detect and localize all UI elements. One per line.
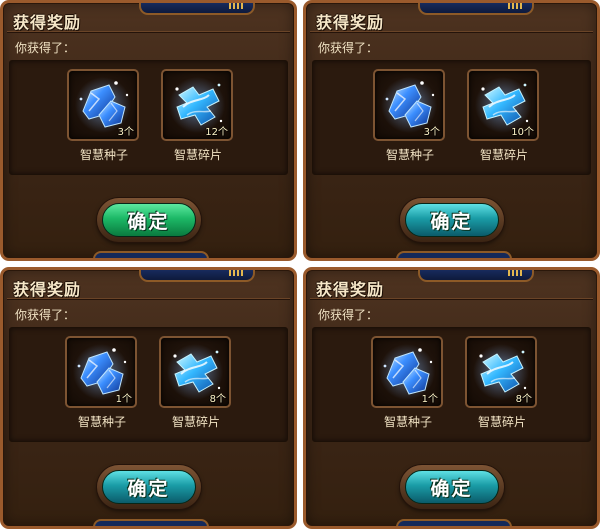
top-ornament (418, 3, 534, 15)
reward-item: 8个 智慧碎片 (465, 336, 539, 430)
confirm-button-frame: 确定 (399, 198, 504, 242)
reward-item: 8个 智慧碎片 (159, 336, 233, 430)
item-count: 3个 (423, 127, 440, 138)
reward-item: 1个 智慧种子 (371, 336, 445, 430)
you-got-label: 你获得了： (318, 41, 379, 55)
item-slot[interactable]: 3个 (373, 69, 445, 141)
reward-item: 12个 智慧碎片 (161, 69, 235, 163)
item-count: 8个 (515, 394, 532, 405)
item-count: 10个 (511, 127, 534, 138)
confirm-button[interactable]: 确定 (404, 203, 499, 237)
item-slot[interactable]: 8个 (159, 336, 231, 408)
top-ornament (139, 3, 255, 15)
dialog-title: 获得奖励 (13, 13, 82, 32)
item-slot[interactable]: 10个 (467, 69, 539, 141)
bottom-ornament (395, 519, 512, 526)
dialog-title: 获得奖励 (316, 280, 385, 299)
you-got-label: 你获得了： (15, 41, 76, 55)
reward-item: 10个 智慧碎片 (467, 69, 541, 163)
item-name: 智慧种子 (79, 148, 128, 162)
reward-item: 1个 智慧种子 (65, 336, 139, 430)
confirm-button-frame: 确定 (399, 465, 504, 509)
divider (310, 31, 593, 32)
reward-items-box: 1个 智慧种子 8个 智慧碎片 (9, 327, 288, 442)
item-slot[interactable]: 8个 (465, 336, 537, 408)
bottom-ornament (395, 251, 512, 258)
reward-dialog: 获得奖励 你获得了： 3个 智慧种子 10个 智慧碎片 确定 (303, 0, 600, 261)
dialog-title: 获得奖励 (13, 280, 82, 299)
item-name: 智慧碎片 (173, 148, 222, 162)
confirm-button[interactable]: 确定 (101, 470, 196, 504)
item-count: 8个 (209, 394, 226, 405)
reward-dialog: 获得奖励 你获得了： 3个 智慧种子 12个 智慧碎片 确定 (0, 0, 297, 261)
item-count: 1个 (115, 394, 132, 405)
dialog-title: 获得奖励 (316, 13, 385, 32)
reward-item: 3个 智慧种子 (67, 69, 141, 163)
item-name: 智慧种子 (385, 148, 434, 162)
confirm-button-frame: 确定 (96, 465, 201, 509)
reward-items-box: 3个 智慧种子 10个 智慧碎片 (312, 60, 591, 175)
you-got-label: 你获得了： (318, 308, 379, 322)
you-got-label: 你获得了： (15, 308, 76, 322)
confirm-button[interactable]: 确定 (404, 470, 499, 504)
item-slot[interactable]: 1个 (65, 336, 137, 408)
top-ornament (139, 270, 255, 282)
item-name: 智慧种子 (383, 415, 432, 429)
item-count: 3个 (117, 127, 134, 138)
bottom-ornament (92, 251, 209, 258)
divider (7, 31, 290, 32)
item-count: 12个 (205, 127, 228, 138)
reward-item: 3个 智慧种子 (373, 69, 447, 163)
item-name: 智慧种子 (77, 415, 126, 429)
divider (310, 298, 593, 299)
confirm-button[interactable]: 确定 (101, 203, 196, 237)
reward-dialog: 获得奖励 你获得了： 1个 智慧种子 8个 智慧碎片 确定 (303, 267, 600, 529)
bottom-ornament (92, 519, 209, 526)
reward-items-box: 1个 智慧种子 8个 智慧碎片 (312, 327, 591, 442)
confirm-button-frame: 确定 (96, 198, 201, 242)
reward-items-box: 3个 智慧种子 12个 智慧碎片 (9, 60, 288, 175)
top-ornament (418, 270, 534, 282)
item-name: 智慧碎片 (479, 148, 528, 162)
item-slot[interactable]: 3个 (67, 69, 139, 141)
divider (7, 298, 290, 299)
reward-dialog: 获得奖励 你获得了： 1个 智慧种子 8个 智慧碎片 确定 (0, 267, 297, 529)
item-slot[interactable]: 1个 (371, 336, 443, 408)
item-name: 智慧碎片 (171, 415, 220, 429)
item-count: 1个 (421, 394, 438, 405)
item-slot[interactable]: 12个 (161, 69, 233, 141)
item-name: 智慧碎片 (477, 415, 526, 429)
